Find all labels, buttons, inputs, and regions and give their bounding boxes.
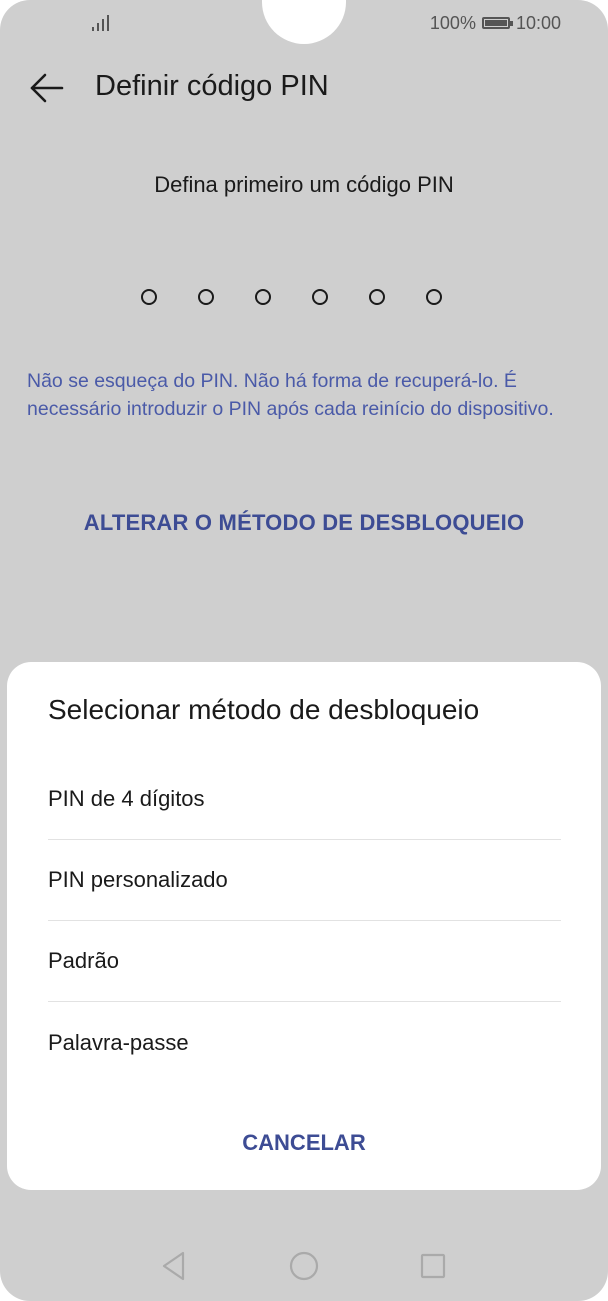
- option-password[interactable]: Palavra-passe: [48, 1002, 561, 1083]
- back-button[interactable]: [26, 66, 70, 110]
- unlock-method-sheet: Selecionar método de desbloqueio PIN de …: [7, 662, 601, 1190]
- camera-notch: [262, 0, 346, 44]
- page-title: Definir código PIN: [95, 70, 329, 102]
- pin-dot: [255, 289, 271, 305]
- status-indicators: 100% 10:00: [430, 12, 561, 34]
- pin-dot: [426, 289, 442, 305]
- pin-entry-indicator: [141, 289, 442, 305]
- option-custom-pin[interactable]: PIN personalizado: [48, 840, 561, 921]
- cancel-button[interactable]: CANCELAR: [7, 1130, 601, 1156]
- signal-icon: [92, 13, 114, 31]
- phone-screen: 100% 10:00 Definir código PIN Defina pri…: [0, 0, 608, 1301]
- pin-warning-text: Não se esqueça do PIN. Não há forma de r…: [27, 370, 554, 420]
- pin-dot: [141, 289, 157, 305]
- option-4-digit-pin[interactable]: PIN de 4 dígitos: [48, 759, 561, 840]
- battery-icon: [481, 17, 513, 29]
- pin-dot: [312, 289, 328, 305]
- pin-dot: [198, 289, 214, 305]
- pin-dot: [369, 289, 385, 305]
- clock: 10:00: [515, 12, 561, 33]
- circle-home-icon[interactable]: [289, 1250, 319, 1282]
- battery-percent: 100%: [429, 12, 476, 33]
- pin-prompt: Defina primeiro um código PIN: [154, 172, 454, 197]
- triangle-back-icon[interactable]: [160, 1250, 188, 1282]
- option-pattern[interactable]: Padrão: [48, 921, 561, 1002]
- arrow-left-icon: [30, 73, 64, 103]
- change-unlock-method-button[interactable]: ALTERAR O MÉTODO DE DESBLOQUEIO: [0, 510, 608, 536]
- square-recents-icon[interactable]: [419, 1250, 447, 1282]
- sheet-title: Selecionar método de desbloqueio: [48, 694, 480, 725]
